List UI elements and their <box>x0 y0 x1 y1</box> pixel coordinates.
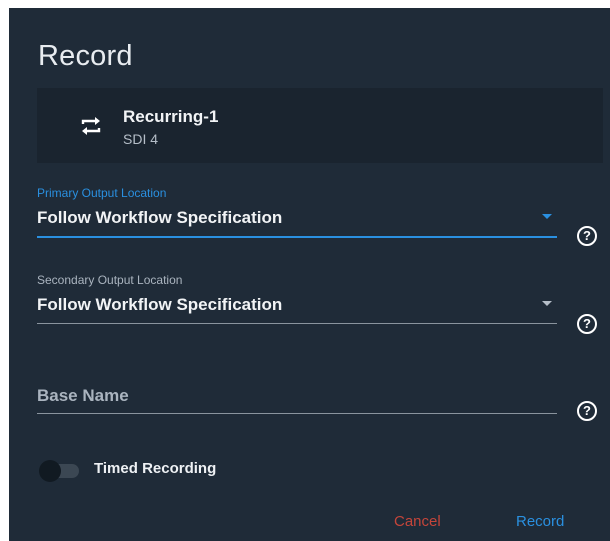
help-icon[interactable]: ? <box>577 314 597 334</box>
secondary-output-label: Secondary Output Location <box>37 273 183 287</box>
source-name: Recurring-1 <box>123 107 219 126</box>
help-icon[interactable]: ? <box>577 401 597 421</box>
cancel-button[interactable]: Cancel <box>394 513 441 530</box>
base-name-placeholder: Base Name <box>37 386 129 405</box>
primary-output-label: Primary Output Location <box>37 186 167 200</box>
secondary-output-underline <box>37 323 557 324</box>
toggle-thumb <box>39 460 61 482</box>
base-name-input[interactable]: Base Name <box>37 386 557 414</box>
secondary-output-value[interactable]: Follow Workflow Specification <box>37 295 557 321</box>
recurring-icon <box>81 117 101 135</box>
primary-output-value[interactable]: Follow Workflow Specification <box>37 208 557 234</box>
timed-recording-label: Timed Recording <box>94 460 217 477</box>
secondary-output-select[interactable]: Secondary Output Location Follow Workflo… <box>37 273 557 324</box>
secondary-output-value-text: Follow Workflow Specification <box>37 295 283 314</box>
help-icon[interactable]: ? <box>577 226 597 246</box>
source-card: Recurring-1 SDI 4 <box>37 88 603 163</box>
record-dialog: Record Recurring-1 SDI 4 Primary Output … <box>9 8 610 541</box>
chevron-down-icon[interactable] <box>542 214 552 219</box>
primary-output-value-text: Follow Workflow Specification <box>37 208 283 227</box>
primary-output-select[interactable]: Primary Output Location Follow Workflow … <box>37 186 557 238</box>
source-input: SDI 4 <box>123 131 159 147</box>
timed-recording-toggle[interactable] <box>39 460 83 482</box>
chevron-down-icon[interactable] <box>542 301 552 306</box>
base-name-underline <box>37 413 557 414</box>
dialog-title: Record <box>38 40 133 72</box>
primary-output-underline <box>37 236 557 238</box>
record-button[interactable]: Record <box>516 513 564 530</box>
